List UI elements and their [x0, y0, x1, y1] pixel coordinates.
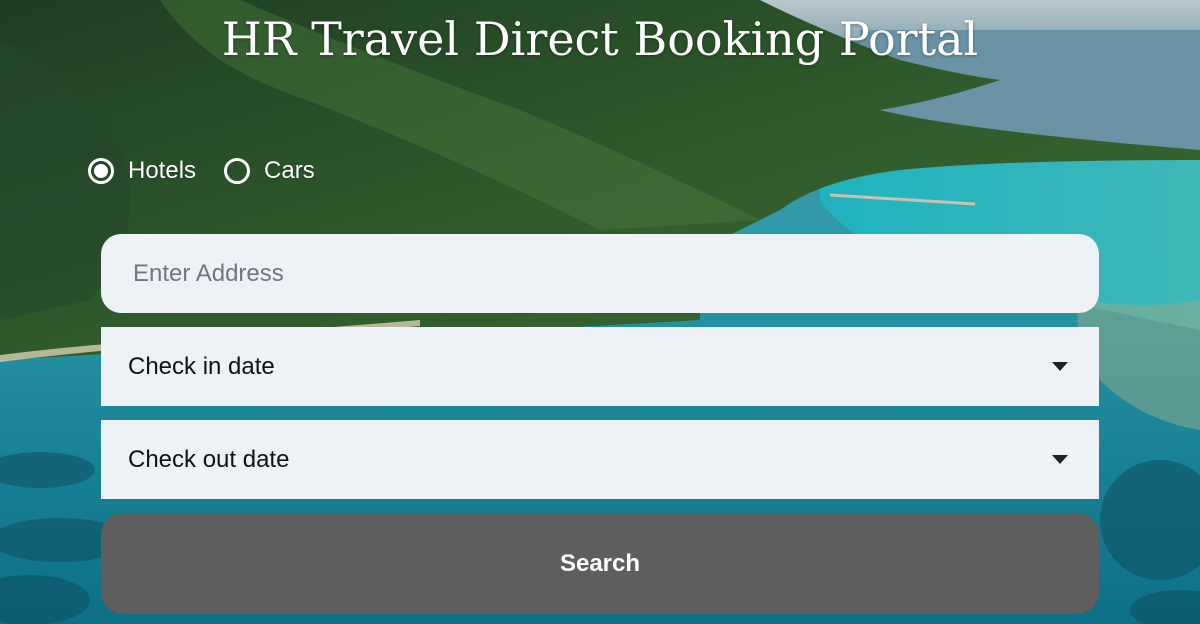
radio-option-hotels[interactable]: Hotels: [88, 157, 196, 185]
check-out-date-label: Check out date: [128, 445, 290, 473]
booking-type-radio-group: Hotels Cars: [88, 157, 343, 185]
radio-label-cars: Cars: [264, 157, 315, 184]
check-in-date-label: Check in date: [128, 352, 275, 380]
check-in-date-select[interactable]: Check in date: [101, 327, 1099, 406]
radio-button-hotels[interactable]: [88, 158, 114, 184]
address-input[interactable]: [101, 234, 1099, 313]
radio-button-cars[interactable]: [224, 158, 251, 184]
radio-option-cars[interactable]: Cars: [224, 157, 315, 185]
radio-selected-dot-icon: [94, 164, 108, 178]
check-out-date-select[interactable]: Check out date: [101, 420, 1099, 499]
search-button[interactable]: Search: [101, 513, 1099, 614]
caret-down-icon: [1052, 455, 1068, 464]
caret-down-icon: [1052, 362, 1068, 371]
page-title: HR Travel Direct Booking Portal: [221, 12, 979, 66]
radio-label-hotels: Hotels: [128, 157, 197, 184]
